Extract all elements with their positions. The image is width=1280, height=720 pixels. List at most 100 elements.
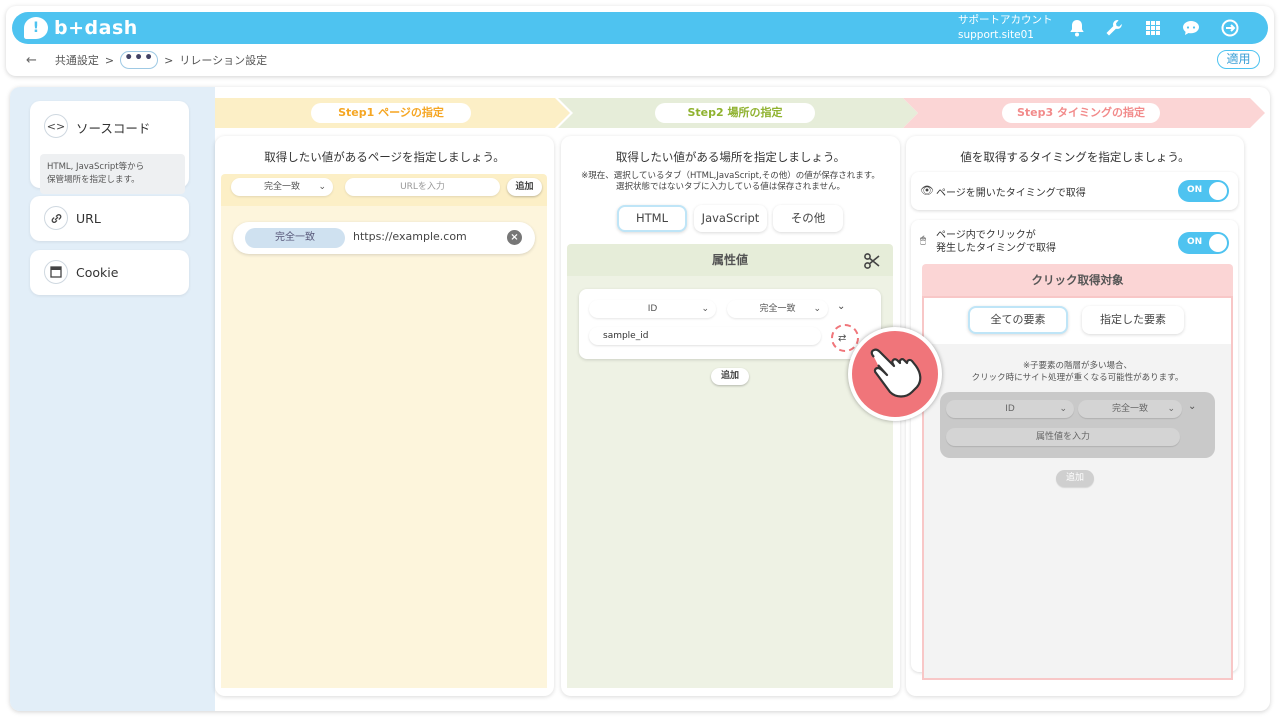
back-arrow-icon[interactable]: ← — [26, 53, 37, 68]
match-type-select[interactable]: 完全一致 ⌄ — [231, 178, 333, 196]
top-bar: ! b+dash サポートアカウント support.site01 — [12, 12, 1268, 44]
click-target-box: 全ての要素 指定した要素 ※子要素の階層が多い場合、 クリック時にサイト処理が重… — [922, 296, 1233, 680]
page-open-toggle[interactable]: ON — [1178, 180, 1229, 202]
scissors-icon[interactable] — [863, 252, 881, 270]
breadcrumb-current: リレーション設定 — [179, 54, 268, 67]
step1-banner: Step1 ページの指定 — [215, 98, 570, 128]
chevron-down-icon: ⌄ — [813, 304, 821, 314]
expand-chevron-icon[interactable]: ⌄ — [837, 301, 845, 312]
apply-button[interactable]: 適用 — [1217, 50, 1260, 69]
logout-icon[interactable] — [1219, 17, 1241, 39]
attribute-match-value: 完全一致 — [759, 304, 796, 314]
attribute-header-label: 属性値 — [711, 253, 748, 267]
option-click-label: ページ内でクリックが 発生したタイミングで取得 — [936, 229, 1056, 255]
wrench-icon[interactable] — [1103, 17, 1125, 39]
note-line: ※現在、選択しているタブ（HTML,JavaScript,その他）の値が保存され… — [581, 171, 880, 181]
account-id: support.site01 — [958, 29, 1034, 41]
tab-html[interactable]: HTML — [617, 205, 687, 232]
tab-javascript[interactable]: JavaScript — [694, 205, 767, 232]
url-row: 完全一致 https://example.com × — [233, 222, 535, 254]
disabled-attribute-input: 属性値を入力 — [946, 428, 1180, 446]
link-icon — [44, 206, 68, 230]
disabled-attribute-card: ID ⌄ 完全一致 ⌄ ⌄ 属性値を入力 — [940, 392, 1215, 458]
step2-label: Step2 場所の指定 — [655, 103, 815, 123]
step2-note: ※現在、選択しているタブ（HTML,JavaScript,その他）の値が保存され… — [561, 171, 900, 193]
step3-title: 値を取得するタイミングを指定しましょう。 — [960, 150, 1190, 164]
main-area: <> ソースコード HTML, JavaScript等から 保管場所を指定します… — [10, 87, 1270, 711]
breadcrumb-separator: > — [104, 53, 115, 67]
code-icon: <> — [44, 114, 68, 138]
toggle-state: ON — [1187, 237, 1203, 247]
sidebar-item-label: Cookie — [76, 265, 119, 280]
step2-panel: 取得したい値がある場所を指定しましょう。 ※現在、選択しているタブ（HTML,J… — [561, 136, 900, 696]
tab-all-elements[interactable]: 全ての要素 — [968, 306, 1068, 334]
add-attribute-button[interactable]: 追加 — [711, 368, 749, 385]
option-page-open: 👁 ページを開いたタイミングで取得 ON — [911, 172, 1238, 210]
tab-specified-elements[interactable]: 指定した要素 — [1082, 306, 1184, 334]
toggle-state: ON — [1187, 185, 1203, 195]
sidebar-item-label: ソースコード — [76, 121, 151, 136]
note-line: 選択状態ではないタブに入力している値は保存されません。 — [616, 182, 845, 192]
toggle-knob — [1209, 182, 1227, 200]
sidebar-item-source-code[interactable]: <> ソースコード HTML, JavaScript等から 保管場所を指定します… — [30, 101, 189, 194]
description-line: HTML, JavaScript等から — [47, 162, 145, 172]
step3-banner: Step3 タイミングの指定 — [903, 98, 1265, 128]
logo-mark-icon: ! — [24, 17, 48, 39]
cookie-window-icon — [44, 260, 68, 284]
logo[interactable]: ! b+dash — [24, 16, 138, 40]
toggle-knob — [1209, 234, 1227, 252]
disabled-type-value: ID — [1005, 404, 1015, 414]
option-click-line: 発生したタイミングで取得 — [936, 243, 1056, 254]
expand-chevron-icon: ⌄ — [1188, 401, 1197, 412]
url-input[interactable]: URLを入力 — [345, 178, 500, 196]
add-url-button[interactable]: 追加 — [507, 178, 542, 196]
step1-title: 取得したい値があるページを指定しましょう。 — [264, 150, 505, 164]
url-list — [221, 206, 547, 688]
click-target-header: クリック取得対象 — [922, 264, 1233, 296]
step1-panel: 取得したい値があるページを指定しましょう。 完全一致 ⌄ URLを入力 追加 完… — [215, 136, 554, 696]
account-info[interactable]: サポートアカウント support.site01 — [958, 13, 1053, 43]
disabled-add-button: 追加 — [1056, 470, 1094, 487]
chevron-down-icon: ⌄ — [701, 304, 709, 314]
click-target-tabs: 全ての要素 指定した要素 — [924, 298, 1231, 344]
eye-icon: 👁 — [920, 184, 934, 197]
option-page-open-label: ページを開いたタイミングで取得 — [936, 188, 1086, 199]
breadcrumb-item-common-settings[interactable]: 共通設定 — [55, 52, 99, 68]
step3-panel: 値を取得するタイミングを指定しましょう。 👁 ページを開いたタイミングで取得 O… — [906, 136, 1244, 696]
step3-label: Step3 タイミングの指定 — [1002, 103, 1160, 123]
click-toggle[interactable]: ON — [1178, 232, 1229, 254]
attribute-type-value: ID — [647, 304, 658, 314]
step1-label: Step1 ページの指定 — [311, 103, 471, 123]
warning-line: ※子要素の階層が多い場合、 — [1022, 361, 1133, 371]
copy-icon: ⇄ — [838, 333, 847, 344]
description-line: 保管場所を指定します。 — [47, 175, 140, 185]
attribute-type-select[interactable]: ID ⌄ — [589, 300, 716, 318]
bell-icon[interactable] — [1066, 17, 1088, 39]
attribute-match-select[interactable]: 完全一致 ⌄ — [727, 300, 828, 318]
url-input-bar: 完全一致 ⌄ URLを入力 追加 — [221, 174, 547, 206]
disabled-match-select: 完全一致 ⌄ — [1078, 400, 1182, 418]
match-type-value: 完全一致 — [263, 182, 300, 192]
attribute-header: 属性値 — [567, 244, 893, 276]
sidebar-item-description: HTML, JavaScript等から 保管場所を指定します。 — [40, 154, 185, 194]
breadcrumb: ← 共通設定 > ••• > リレーション設定 — [26, 50, 267, 70]
disabled-type-select: ID ⌄ — [946, 400, 1074, 418]
option-click-line: ページ内でクリックが — [936, 230, 1036, 241]
breadcrumb-more-button[interactable]: ••• — [120, 51, 159, 69]
breadcrumb-separator: > — [164, 53, 174, 67]
support-bubble-icon[interactable] — [1180, 17, 1202, 39]
click-warning: ※子要素の階層が多い場合、 クリック時にサイト処理が重くなる可能性があります。 — [924, 360, 1231, 384]
remove-url-icon[interactable]: × — [507, 230, 522, 245]
logo-text: b+dash — [54, 17, 138, 39]
step2-banner: Step2 場所の指定 — [558, 98, 918, 128]
disabled-match-value: 完全一致 — [1111, 404, 1148, 414]
chevron-down-icon: ⌄ — [318, 182, 326, 192]
sidebar-item-cookie[interactable]: Cookie — [30, 250, 189, 295]
attribute-value-input[interactable]: sample_id — [589, 327, 821, 345]
account-name: サポートアカウント — [958, 14, 1053, 26]
tab-other[interactable]: その他 — [773, 205, 843, 232]
sidebar-item-url[interactable]: URL — [30, 196, 189, 241]
grid-icon[interactable] — [1142, 17, 1164, 39]
warning-line: クリック時にサイト処理が重くなる可能性があります。 — [971, 373, 1184, 383]
url-match-tag[interactable]: 完全一致 — [245, 228, 345, 248]
